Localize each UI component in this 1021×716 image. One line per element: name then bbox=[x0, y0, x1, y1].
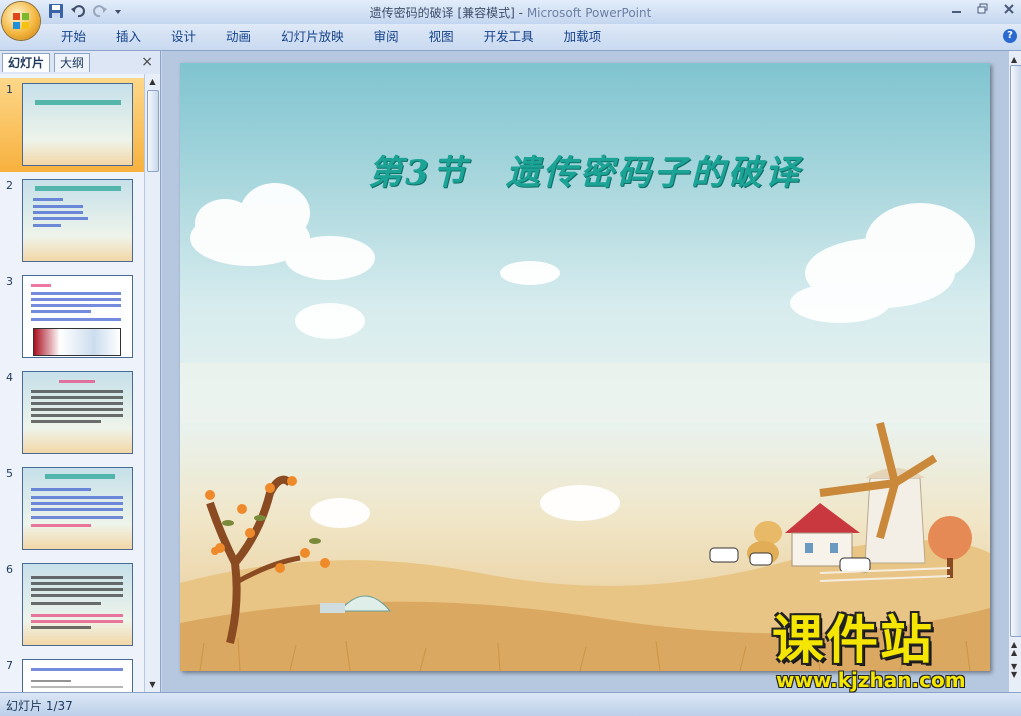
slide-title[interactable]: 第3节 遗传密码子的破译 bbox=[180, 145, 990, 194]
thumbnail-image bbox=[22, 83, 133, 166]
tab-slide-show[interactable]: 幻灯片放映 bbox=[266, 29, 359, 45]
minimize-icon[interactable] bbox=[951, 3, 963, 15]
slides-pane: 幻灯片 大纲 × 1 2 3 4 5 6 7 ▲ ▼ bbox=[0, 51, 161, 692]
ribbon: 开始 插入 设计 动画 幻灯片放映 审阅 视图 开发工具 加载项 ? bbox=[0, 24, 1021, 51]
slide-thumbnail-5[interactable]: 5 bbox=[0, 462, 144, 556]
windmill-illustration bbox=[785, 422, 938, 567]
thumbnail-number: 7 bbox=[6, 659, 13, 672]
main-scrollbar[interactable]: ▲ ▲ ▲ ▼ ▼ bbox=[1008, 51, 1021, 692]
pane-tabs: 幻灯片 大纲 × bbox=[0, 51, 160, 73]
status-bar: 幻灯片 1/37 bbox=[0, 692, 1021, 716]
window-title: 遗传密码的破译 [兼容模式] - Microsoft PowerPoint bbox=[0, 4, 1021, 21]
scrollbar-thumb[interactable] bbox=[147, 90, 159, 172]
slide-thumbnail-2[interactable]: 2 bbox=[0, 174, 144, 268]
thumbnail-number: 1 bbox=[6, 83, 13, 96]
slide-thumbnail-1[interactable]: 1 bbox=[0, 78, 144, 172]
scrollbar-thumb[interactable] bbox=[1010, 65, 1021, 637]
thumbnail-number: 5 bbox=[6, 467, 13, 480]
thumbnails-scrollbar[interactable]: ▲ ▼ bbox=[144, 74, 160, 692]
close-icon[interactable] bbox=[1003, 3, 1015, 15]
thumbnail-number: 3 bbox=[6, 275, 13, 288]
tab-animations[interactable]: 动画 bbox=[211, 29, 266, 45]
scroll-up-icon[interactable]: ▲ bbox=[148, 77, 157, 86]
scroll-up-icon[interactable]: ▲ bbox=[1011, 55, 1017, 64]
thumbnail-number: 4 bbox=[6, 371, 13, 384]
tab-design[interactable]: 设计 bbox=[156, 29, 211, 45]
thumbnail-list: 1 2 3 4 5 6 7 bbox=[0, 74, 144, 692]
help-icon[interactable]: ? bbox=[1003, 29, 1017, 43]
prev-slide-icon[interactable]: ▲ ▲ bbox=[1011, 641, 1017, 657]
ribbon-tabs: 开始 插入 设计 动画 幻灯片放映 审阅 视图 开发工具 加载项 bbox=[46, 29, 616, 45]
office-button[interactable] bbox=[2, 2, 40, 40]
tab-insert[interactable]: 插入 bbox=[101, 29, 156, 45]
title-bar: 遗传密码的破译 [兼容模式] - Microsoft PowerPoint bbox=[0, 0, 1021, 24]
app-name: Microsoft PowerPoint bbox=[526, 6, 652, 20]
watermark-url: www.kjzhan.com bbox=[776, 668, 966, 692]
slide-counter: 幻灯片 1/37 bbox=[6, 699, 73, 713]
window-controls bbox=[951, 3, 1015, 15]
thumbnail-number: 2 bbox=[6, 179, 13, 192]
document-title: 遗传密码的破译 [兼容模式] - bbox=[369, 6, 527, 20]
pane-close-icon[interactable]: × bbox=[141, 54, 153, 70]
scroll-down-icon[interactable]: ▼ bbox=[148, 680, 157, 689]
tab-home[interactable]: 开始 bbox=[46, 29, 101, 45]
thumbnail-number: 6 bbox=[6, 563, 13, 576]
tab-view[interactable]: 视图 bbox=[414, 29, 469, 45]
thumbnail-image bbox=[22, 467, 133, 550]
tab-outline[interactable]: 大纲 bbox=[54, 53, 91, 72]
next-slide-icon[interactable]: ▼ ▼ bbox=[1011, 663, 1017, 679]
restore-icon[interactable] bbox=[977, 3, 989, 15]
tab-add-ins[interactable]: 加载项 bbox=[549, 29, 617, 45]
slide-thumbnail-7[interactable]: 7 bbox=[0, 654, 144, 692]
slide-thumbnail-3[interactable]: 3 bbox=[0, 270, 144, 364]
watermark-main: 课件站 bbox=[772, 611, 935, 671]
watermark-logo: 课件站 www.kjzhan.com bbox=[772, 612, 1008, 692]
thumbnail-image bbox=[22, 275, 133, 358]
slide-thumbnail-4[interactable]: 4 bbox=[0, 366, 144, 460]
thumbnail-image bbox=[22, 371, 133, 454]
thumbnail-image bbox=[22, 179, 133, 262]
thumbnail-image bbox=[22, 659, 133, 692]
tab-slides[interactable]: 幻灯片 bbox=[2, 53, 51, 72]
slide-thumbnail-6[interactable]: 6 bbox=[0, 558, 144, 652]
current-slide[interactable]: 第3节 遗传密码子的破译 bbox=[180, 63, 990, 671]
tab-developer[interactable]: 开发工具 bbox=[469, 29, 549, 45]
slide-edit-area: 第3节 遗传密码子的破译 bbox=[162, 51, 1008, 692]
tab-review[interactable]: 审阅 bbox=[359, 29, 414, 45]
office-button-icon bbox=[13, 13, 29, 29]
cloud-illustration bbox=[190, 183, 975, 528]
thumbnail-image bbox=[22, 563, 133, 646]
